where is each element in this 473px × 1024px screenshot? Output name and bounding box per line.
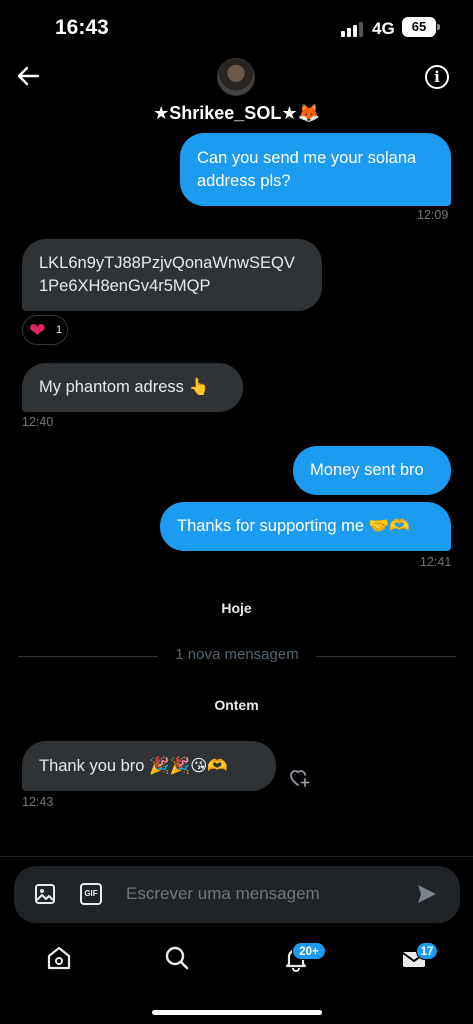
message-text: Thank you bro 🎉🎉😘🫶 (39, 756, 228, 775)
message-text: My phantom adress 👆 (39, 378, 210, 396)
message-bubble-received[interactable]: My phantom adress 👆 (22, 363, 243, 412)
new-message-label: 1 nova mensagem (175, 646, 299, 663)
message-text: Can you send me your solana address pls? (197, 148, 417, 190)
home-icon[interactable] (45, 944, 73, 972)
gif-icon[interactable]: GIF (80, 883, 102, 905)
message-text-line: LKL6n9yTJ88PzjvQonaWnwSEQV (39, 254, 295, 272)
image-icon[interactable] (33, 882, 57, 906)
message-input[interactable] (126, 880, 396, 908)
message-text: Money sent bro (310, 461, 424, 479)
heart-icon: ❤ (29, 320, 46, 342)
network-type: 4G (372, 19, 395, 38)
message-timestamp: 12:40 (22, 415, 54, 429)
home-indicator (152, 1010, 322, 1015)
status-bar: 16:43 4G 65 (0, 0, 473, 56)
message-composer: GIF (14, 866, 460, 923)
composer-divider (0, 856, 473, 857)
message-text-line: 1Pe6XH8enGv4r5MQP (39, 277, 211, 295)
conversation-header: ★Shrikee_SOL★🦊 i (0, 56, 473, 132)
add-reaction-icon[interactable] (287, 765, 311, 789)
message-bubble-sent[interactable]: Money sent bro (293, 446, 451, 495)
message-timestamp: 12:41 (420, 555, 452, 569)
battery-icon: 65 (402, 17, 440, 37)
search-icon[interactable] (163, 944, 191, 972)
message-bubble-sent[interactable]: Can you send me your solana address pls? (180, 133, 451, 206)
conversation-name[interactable]: ★Shrikee_SOL★🦊 (0, 103, 473, 124)
reaction-badge[interactable]: ❤ 1 (22, 315, 68, 345)
message-bubble-received[interactable]: LKL6n9yTJ88PzjvQonaWnwSEQV 1Pe6XH8enGv4r… (22, 239, 322, 311)
message-text: Thanks for supporting me 🤝🫶 (177, 517, 410, 535)
reaction-count: 1 (56, 324, 63, 336)
send-icon[interactable] (416, 883, 438, 905)
info-icon[interactable]: i (425, 65, 449, 89)
tab-bar: 20+ 17 (0, 930, 473, 990)
day-label-yesterday: Ontem (214, 697, 259, 713)
message-timestamp: 12:09 (417, 208, 449, 222)
signal-icon (341, 21, 365, 37)
back-arrow-icon[interactable] (14, 62, 42, 90)
messages-badge: 17 (416, 942, 438, 960)
message-bubble-received[interactable]: Thank you bro 🎉🎉😘🫶 (22, 741, 276, 791)
notifications-badge: 20+ (292, 942, 326, 960)
message-timestamp: 12:43 (22, 795, 54, 809)
status-time: 16:43 (55, 16, 109, 39)
new-message-divider: 1 nova mensagem (18, 645, 456, 667)
day-label-today: Hoje (221, 600, 252, 616)
message-bubble-sent[interactable]: Thanks for supporting me 🤝🫶 (160, 502, 451, 551)
avatar[interactable] (217, 58, 255, 96)
